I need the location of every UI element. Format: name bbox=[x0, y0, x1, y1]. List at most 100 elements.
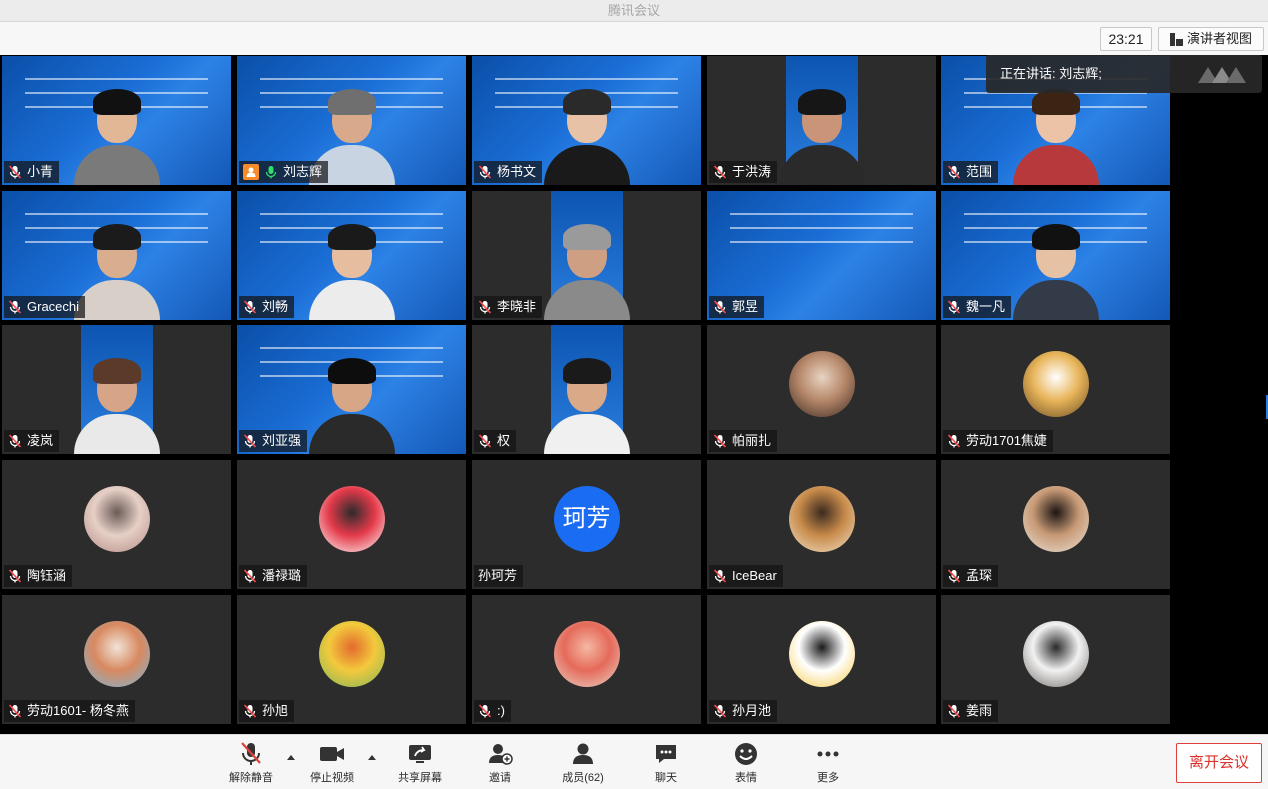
participant-tile[interactable]: 孙旭 bbox=[237, 595, 466, 724]
avatar bbox=[83, 486, 150, 552]
participant-name-tag: :) bbox=[474, 700, 511, 722]
more-button[interactable]: 更多 bbox=[810, 741, 846, 785]
avatar bbox=[788, 351, 855, 417]
participant-name-tag: 刘亚强 bbox=[239, 430, 308, 452]
muted-mic-icon bbox=[243, 434, 257, 448]
chat-icon bbox=[656, 745, 676, 763]
avatar bbox=[1022, 621, 1089, 687]
emoji-button[interactable]: 表情 bbox=[728, 741, 764, 785]
participant-name-tag: 魏一凡 bbox=[943, 296, 1012, 318]
participant-name-tag: 孙月池 bbox=[709, 700, 778, 722]
participant-name: 范围 bbox=[966, 164, 993, 179]
banner-text-line bbox=[24, 78, 209, 80]
muted-mic-icon bbox=[8, 165, 22, 179]
participant-name-tag: 李晓非 bbox=[474, 296, 543, 318]
participant-name: 刘亚强 bbox=[262, 433, 302, 448]
participant-video-figure bbox=[544, 354, 630, 454]
participant-name: 魏一凡 bbox=[966, 299, 1006, 314]
participant-tile[interactable]: 李晓非 bbox=[472, 191, 701, 320]
banner-text-line bbox=[729, 213, 914, 215]
participant-tile[interactable]: 杨书文 bbox=[472, 56, 701, 185]
participant-video-figure bbox=[1013, 85, 1099, 185]
participant-tile[interactable]: 刘畅 bbox=[237, 191, 466, 320]
participant-name: 劳动1601- 杨冬燕 bbox=[27, 703, 129, 718]
muted-mic-icon bbox=[8, 569, 22, 583]
participant-tile[interactable]: 刘亚强 bbox=[237, 325, 466, 454]
leave-meeting-button[interactable]: 离开会议 bbox=[1176, 743, 1262, 783]
more-label: 更多 bbox=[817, 772, 839, 784]
unmute-label: 解除静音 bbox=[229, 772, 273, 784]
mic-icon bbox=[265, 166, 277, 179]
muted-mic-icon bbox=[478, 300, 492, 314]
muted-mic-icon bbox=[713, 434, 727, 448]
participant-tile[interactable]: 于洪涛 bbox=[707, 56, 936, 185]
participant-tile[interactable]: 陶钰涵 bbox=[2, 460, 231, 589]
banner-text-line bbox=[259, 78, 444, 80]
participant-name: 孙旭 bbox=[262, 703, 289, 718]
participant-tile[interactable]: :) bbox=[472, 595, 701, 724]
participant-tile[interactable]: 郭昱 bbox=[707, 191, 936, 320]
chat-button[interactable]: 聊天 bbox=[648, 741, 684, 785]
avatar: 珂芳 bbox=[553, 486, 620, 552]
bottom-toolbar: 解除静音 停止视频 共享屏幕 邀请 成员(62) 聊天 表情 更多 离开会议 bbox=[0, 734, 1268, 789]
participant-tile[interactable]: 小青 bbox=[2, 56, 231, 185]
speaker-view-button[interactable]: 演讲者视图 bbox=[1158, 27, 1264, 51]
participant-tile[interactable]: 潘禄璐 bbox=[237, 460, 466, 589]
participant-tile[interactable]: 姜雨 bbox=[941, 595, 1170, 724]
participant-tile[interactable]: 刘志辉 bbox=[237, 56, 466, 185]
participant-name-tag: 权 bbox=[474, 430, 517, 452]
participant-tile[interactable]: IceBear bbox=[707, 460, 936, 589]
participant-video-figure bbox=[74, 85, 160, 185]
stop-video-button[interactable]: 停止视频 bbox=[306, 741, 358, 785]
members-button[interactable]: 成员(62) bbox=[558, 741, 608, 785]
participant-name: 陶钰涵 bbox=[27, 568, 67, 583]
participant-name-tag: 姜雨 bbox=[943, 700, 999, 722]
participant-name: 刘志辉 bbox=[283, 164, 323, 179]
participant-name: 权 bbox=[497, 433, 511, 448]
participant-video-figure bbox=[74, 354, 160, 454]
avatar bbox=[318, 486, 385, 552]
participant-tile[interactable]: Gracechi bbox=[2, 191, 231, 320]
muted-mic-icon bbox=[713, 704, 727, 718]
participant-name: :) bbox=[497, 703, 505, 718]
muted-mic-icon bbox=[478, 434, 492, 448]
muted-mic-icon bbox=[8, 434, 22, 448]
participant-tile[interactable]: 劳动1601- 杨冬燕 bbox=[2, 595, 231, 724]
window-title: 腾讯会议 bbox=[0, 0, 1268, 22]
participant-name: 潘禄璐 bbox=[262, 568, 302, 583]
participant-video-figure bbox=[544, 85, 630, 185]
participant-tile[interactable]: 凌岚 bbox=[2, 325, 231, 454]
participant-tile[interactable]: 孙月池 bbox=[707, 595, 936, 724]
participant-name-tag: IceBear bbox=[709, 565, 783, 587]
share-screen-icon bbox=[409, 745, 431, 763]
participant-name-tag: 凌岚 bbox=[4, 430, 60, 452]
participant-name-tag: 劳动1601- 杨冬燕 bbox=[4, 700, 135, 722]
unmute-button[interactable]: 解除静音 bbox=[226, 741, 276, 785]
muted-mic-icon bbox=[947, 165, 961, 179]
participant-tile[interactable]: 帕丽扎 bbox=[707, 325, 936, 454]
participant-tile[interactable]: 劳动1701焦婕 bbox=[941, 325, 1170, 454]
participant-name-tag: 孟琛 bbox=[943, 565, 999, 587]
muted-mic-icon bbox=[947, 704, 961, 718]
participant-tile[interactable]: 孟琛 bbox=[941, 460, 1170, 589]
invite-label: 邀请 bbox=[489, 772, 511, 784]
host-icon bbox=[243, 164, 259, 180]
banner-text-line bbox=[729, 241, 914, 243]
video-options-caret[interactable] bbox=[368, 755, 376, 760]
participant-name: 于洪涛 bbox=[732, 164, 772, 179]
audio-options-caret[interactable] bbox=[287, 755, 295, 760]
invite-button[interactable]: 邀请 bbox=[480, 741, 520, 785]
avatar bbox=[788, 621, 855, 687]
share-screen-button[interactable]: 共享屏幕 bbox=[394, 741, 446, 785]
avatar bbox=[1022, 486, 1089, 552]
avatar bbox=[83, 621, 150, 687]
muted-mic-icon bbox=[243, 300, 257, 314]
participant-video-figure bbox=[1013, 220, 1099, 320]
participant-tile[interactable]: 魏一凡 bbox=[941, 191, 1170, 320]
participant-tile[interactable]: 权 bbox=[472, 325, 701, 454]
layout-icon bbox=[1169, 32, 1183, 46]
participant-name-tag: 孙珂芳 bbox=[474, 565, 524, 587]
participant-tile[interactable]: 珂芳孙珂芳 bbox=[472, 460, 701, 589]
participant-name: IceBear bbox=[732, 568, 777, 583]
participant-name: 郭昱 bbox=[732, 299, 759, 314]
